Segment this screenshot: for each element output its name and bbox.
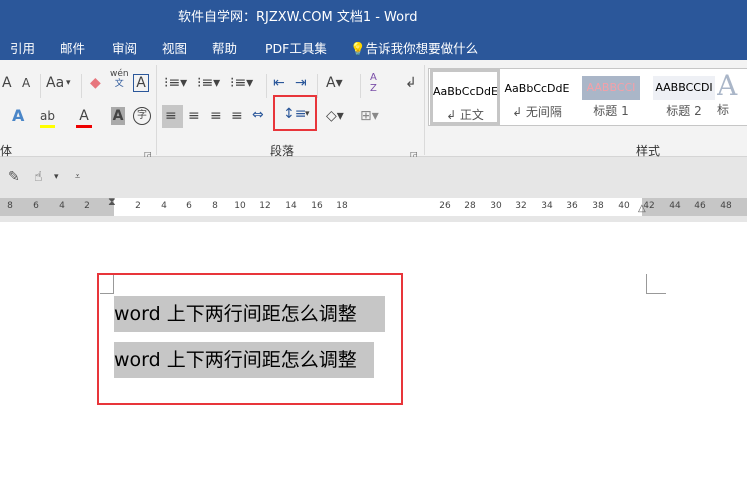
- style-heading-1[interactable]: AABBCCI 标题 1: [576, 69, 646, 125]
- tab-help[interactable]: 帮助: [212, 38, 237, 57]
- style-no-spacing[interactable]: AaBbCcDdE ↲ 无间隔: [502, 69, 572, 125]
- align-center-icon[interactable]: ≡: [188, 107, 200, 125]
- horizontal-ruler[interactable]: 8 6 4 2 2 4 6 8 10 12 14 16 18 26 28 30 …: [0, 195, 747, 216]
- character-border-icon[interactable]: A: [133, 74, 149, 92]
- align-left-button[interactable]: ≡: [162, 105, 183, 128]
- bullets-icon[interactable]: ⁝≡▾: [164, 74, 187, 92]
- ribbon-tabs: 引用 邮件 审阅 视图 帮助 PDF工具集 💡告诉我你想要做什么: [0, 30, 747, 60]
- show-marks-icon[interactable]: ↲: [405, 74, 417, 92]
- tab-references[interactable]: 引用: [10, 38, 35, 57]
- distributed-icon[interactable]: ⇔: [252, 106, 264, 124]
- enclose-characters-icon[interactable]: 字: [133, 107, 151, 125]
- title-bar: 软件自学网：RJZXW.COM 文档1 - Word: [0, 0, 747, 30]
- style-title[interactable]: A标: [717, 69, 747, 125]
- document-page[interactable]: word 上下两行间距怎么调整 word 上下两行间距怎么调整: [0, 216, 747, 477]
- margin-corner-mark: [646, 274, 666, 294]
- shading-icon[interactable]: ◇▾: [326, 107, 344, 125]
- align-right-icon[interactable]: ≡: [210, 107, 222, 125]
- lightbulb-icon: 💡: [350, 41, 366, 56]
- tab-review[interactable]: 审阅: [112, 38, 137, 57]
- increase-indent-icon[interactable]: ⇥: [295, 74, 307, 92]
- dropdown-arrow-icon[interactable]: ▾: [66, 74, 71, 92]
- dropdown-arrow-icon[interactable]: ▾: [54, 168, 59, 186]
- change-case-button[interactable]: Aa: [46, 74, 64, 92]
- right-indent-marker-icon[interactable]: △: [638, 203, 646, 214]
- indent-marker-icon[interactable]: ⧗: [108, 195, 116, 209]
- style-heading-2[interactable]: AABBCCDI 标题 2: [649, 69, 719, 125]
- justify-icon[interactable]: ≡: [231, 107, 243, 125]
- asian-layout-icon[interactable]: A▾: [326, 74, 343, 92]
- style-normal[interactable]: AaBbCcDdE ↲ 正文: [430, 69, 500, 125]
- line-spacing-button[interactable]: ↕≡ ▾: [273, 95, 317, 131]
- touch-mode-icon[interactable]: ☝: [34, 168, 43, 186]
- dropdown-arrow-icon: ▾: [305, 109, 310, 119]
- sort-icon[interactable]: AZ: [370, 72, 377, 94]
- highlight-box: [97, 273, 403, 405]
- tab-mailings[interactable]: 邮件: [60, 38, 85, 57]
- phonetic-guide-icon[interactable]: wén 文: [110, 69, 129, 89]
- align-left-icon: ≡: [165, 108, 177, 124]
- tell-me-search[interactable]: 💡告诉我你想要做什么: [350, 38, 478, 57]
- borders-icon[interactable]: ⊞▾: [360, 107, 379, 125]
- tab-pdf-tools[interactable]: PDF工具集: [265, 38, 327, 57]
- character-shading-icon[interactable]: A: [111, 107, 125, 125]
- quick-access-toolbar: ✎ ☝ ▾ ⩡: [0, 157, 747, 198]
- text-effects-icon[interactable]: A: [12, 107, 24, 125]
- shrink-font-icon[interactable]: A: [22, 74, 30, 92]
- clear-formatting-icon[interactable]: ◆: [90, 74, 101, 92]
- edit-table-icon[interactable]: ✎: [8, 168, 20, 186]
- decrease-indent-icon[interactable]: ⇤: [273, 74, 285, 92]
- styles-gallery: AaBbCcDdE ↲ 正文 AaBbCcDdE ↲ 无间隔 AABBCCI 标题 1…: [428, 68, 747, 126]
- tab-view[interactable]: 视图: [162, 38, 187, 57]
- multilevel-list-icon[interactable]: ⁝≡▾: [230, 74, 253, 92]
- customize-toolbar-icon[interactable]: ⩡: [75, 168, 80, 186]
- numbering-icon[interactable]: ⁝≡▾: [197, 74, 220, 92]
- font-color-icon[interactable]: A: [76, 107, 92, 128]
- highlight-icon[interactable]: ab: [40, 107, 55, 128]
- line-spacing-icon: ↕≡: [283, 106, 307, 122]
- grow-font-icon[interactable]: A: [2, 74, 12, 92]
- window-title: 软件自学网：RJZXW.COM 文档1 - Word: [178, 10, 418, 25]
